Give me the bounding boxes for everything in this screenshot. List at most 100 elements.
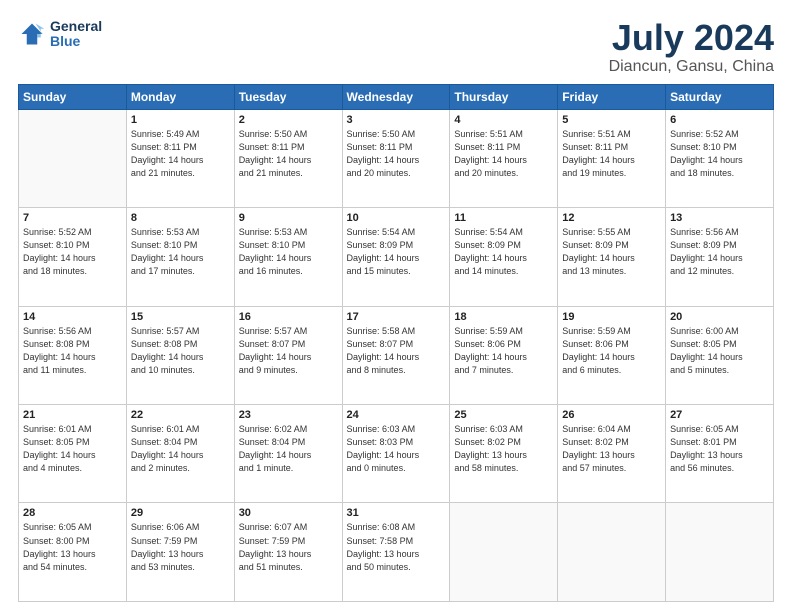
day-number: 19 [562,311,661,323]
page: General Blue July 2024 Diancun, Gansu, C… [0,0,792,612]
calendar-cell: 9 Sunrise: 5:53 AM Sunset: 8:10 PM Daylig… [234,208,342,306]
calendar-cell: 13Sunrise: 5:56 AM Sunset: 8:09 PM Dayli… [666,208,774,306]
day-info: Sunrise: 6:01 AM Sunset: 8:05 PM Dayligh… [23,423,122,475]
day-info: Sunrise: 6:06 AM Sunset: 7:59 PM Dayligh… [131,521,230,573]
calendar-cell: 14Sunrise: 5:56 AM Sunset: 8:08 PM Dayli… [19,306,127,404]
calendar-cell: 11 Sunrise: 5:54 AM Sunset: 8:09 PM Dayli… [450,208,558,306]
day-number: 7 [23,212,122,224]
weekday-header-sunday: Sunday [19,84,127,109]
calendar-cell: 30Sunrise: 6:07 AM Sunset: 7:59 PM Dayli… [234,503,342,602]
day-number: 5 [562,114,661,126]
calendar-cell: 6Sunrise: 5:52 AM Sunset: 8:10 PM Daylig… [666,109,774,207]
day-info: Sunrise: 6:01 AM Sunset: 8:04 PM Dayligh… [131,423,230,475]
calendar-cell [666,503,774,602]
day-number: 18 [454,311,553,323]
day-number: 24 [347,409,446,421]
calendar-cell: 8 Sunrise: 5:53 AM Sunset: 8:10 PM Daylig… [126,208,234,306]
weekday-header-friday: Friday [558,84,666,109]
day-number: 10 [347,212,446,224]
day-number: 21 [23,409,122,421]
logo-text: General Blue [50,18,102,50]
calendar-cell: 7 Sunrise: 5:52 AM Sunset: 8:10 PM Daylig… [19,208,127,306]
day-info: Sunrise: 5:52 AM Sunset: 8:10 PM Dayligh… [670,128,769,180]
calendar-cell: 22 Sunrise: 6:01 AM Sunset: 8:04 PM Dayli… [126,405,234,503]
day-info: Sunrise: 6:03 AM Sunset: 8:02 PM Dayligh… [454,423,553,475]
day-number: 17 [347,311,446,323]
calendar-cell: 23Sunrise: 6:02 AM Sunset: 8:04 PM Dayli… [234,405,342,503]
day-number: 2 [239,114,338,126]
calendar-cell: 4 Sunrise: 5:51 AM Sunset: 8:11 PM Daylig… [450,109,558,207]
header: General Blue July 2024 Diancun, Gansu, C… [18,18,774,76]
day-number: 14 [23,311,122,323]
day-number: 22 [131,409,230,421]
day-info: Sunrise: 5:53 AM Sunset: 8:10 PM Dayligh… [131,226,230,278]
day-info: Sunrise: 6:04 AM Sunset: 8:02 PM Dayligh… [562,423,661,475]
day-info: Sunrise: 6:03 AM Sunset: 8:03 PM Dayligh… [347,423,446,475]
day-info: Sunrise: 6:05 AM Sunset: 8:01 PM Dayligh… [670,423,769,475]
calendar-cell: 16 Sunrise: 5:57 AM Sunset: 8:07 PM Dayli… [234,306,342,404]
day-info: Sunrise: 5:50 AM Sunset: 8:11 PM Dayligh… [239,128,338,180]
day-number: 29 [131,507,230,519]
calendar-cell: 19Sunrise: 5:59 AM Sunset: 8:06 PM Dayli… [558,306,666,404]
calendar-cell [558,503,666,602]
calendar-cell: 12Sunrise: 5:55 AM Sunset: 8:09 PM Dayli… [558,208,666,306]
calendar-cell: 15Sunrise: 5:57 AM Sunset: 8:08 PM Dayli… [126,306,234,404]
day-info: Sunrise: 6:08 AM Sunset: 7:58 PM Dayligh… [347,521,446,573]
main-title: July 2024 [609,18,774,58]
day-info: Sunrise: 5:52 AM Sunset: 8:10 PM Dayligh… [23,226,122,278]
weekday-header-tuesday: Tuesday [234,84,342,109]
day-info: Sunrise: 6:02 AM Sunset: 8:04 PM Dayligh… [239,423,338,475]
day-info: Sunrise: 5:54 AM Sunset: 8:09 PM Dayligh… [347,226,446,278]
day-number: 31 [347,507,446,519]
logo-icon [18,20,46,48]
calendar-cell: 10 Sunrise: 5:54 AM Sunset: 8:09 PM Dayli… [342,208,450,306]
calendar-cell: 25 Sunrise: 6:03 AM Sunset: 8:02 PM Dayli… [450,405,558,503]
day-info: Sunrise: 5:50 AM Sunset: 8:11 PM Dayligh… [347,128,446,180]
day-info: Sunrise: 5:53 AM Sunset: 8:10 PM Dayligh… [239,226,338,278]
calendar-table: SundayMondayTuesdayWednesdayThursdayFrid… [18,84,774,602]
day-number: 11 [454,212,553,224]
weekday-header-thursday: Thursday [450,84,558,109]
day-number: 1 [131,114,230,126]
day-info: Sunrise: 5:49 AM Sunset: 8:11 PM Dayligh… [131,128,230,180]
weekday-header-row: SundayMondayTuesdayWednesdayThursdayFrid… [19,84,774,109]
weekday-header-saturday: Saturday [666,84,774,109]
calendar-cell: 3 Sunrise: 5:50 AM Sunset: 8:11 PM Daylig… [342,109,450,207]
calendar-week-5: 28Sunrise: 6:05 AM Sunset: 8:00 PM Dayli… [19,503,774,602]
day-number: 9 [239,212,338,224]
calendar-cell: 27Sunrise: 6:05 AM Sunset: 8:01 PM Dayli… [666,405,774,503]
logo: General Blue [18,18,102,50]
weekday-header-wednesday: Wednesday [342,84,450,109]
calendar-cell: 21 Sunrise: 6:01 AM Sunset: 8:05 PM Dayli… [19,405,127,503]
day-number: 13 [670,212,769,224]
calendar-cell: 20 Sunrise: 6:00 AM Sunset: 8:05 PM Dayli… [666,306,774,404]
day-info: Sunrise: 5:51 AM Sunset: 8:11 PM Dayligh… [454,128,553,180]
day-info: Sunrise: 6:05 AM Sunset: 8:00 PM Dayligh… [23,521,122,573]
calendar-cell: 28Sunrise: 6:05 AM Sunset: 8:00 PM Dayli… [19,503,127,602]
calendar-week-4: 21 Sunrise: 6:01 AM Sunset: 8:05 PM Dayli… [19,405,774,503]
day-info: Sunrise: 5:51 AM Sunset: 8:11 PM Dayligh… [562,128,661,180]
day-number: 20 [670,311,769,323]
calendar-cell: 29 Sunrise: 6:06 AM Sunset: 7:59 PM Dayli… [126,503,234,602]
day-number: 16 [239,311,338,323]
day-number: 25 [454,409,553,421]
day-number: 3 [347,114,446,126]
day-info: Sunrise: 6:00 AM Sunset: 8:05 PM Dayligh… [670,325,769,377]
calendar-cell: 2 Sunrise: 5:50 AM Sunset: 8:11 PM Daylig… [234,109,342,207]
day-info: Sunrise: 5:59 AM Sunset: 8:06 PM Dayligh… [454,325,553,377]
subtitle: Diancun, Gansu, China [609,58,774,76]
calendar-cell: 1 Sunrise: 5:49 AM Sunset: 8:11 PM Daylig… [126,109,234,207]
calendar-cell: 24 Sunrise: 6:03 AM Sunset: 8:03 PM Dayli… [342,405,450,503]
calendar-cell: 31 Sunrise: 6:08 AM Sunset: 7:58 PM Dayli… [342,503,450,602]
day-info: Sunrise: 5:57 AM Sunset: 8:07 PM Dayligh… [239,325,338,377]
day-info: Sunrise: 5:54 AM Sunset: 8:09 PM Dayligh… [454,226,553,278]
title-block: July 2024 Diancun, Gansu, China [609,18,774,76]
day-info: Sunrise: 5:57 AM Sunset: 8:08 PM Dayligh… [131,325,230,377]
calendar-cell: 26Sunrise: 6:04 AM Sunset: 8:02 PM Dayli… [558,405,666,503]
day-number: 8 [131,212,230,224]
day-info: Sunrise: 5:55 AM Sunset: 8:09 PM Dayligh… [562,226,661,278]
calendar-cell [19,109,127,207]
day-number: 4 [454,114,553,126]
calendar-week-3: 14Sunrise: 5:56 AM Sunset: 8:08 PM Dayli… [19,306,774,404]
weekday-header-monday: Monday [126,84,234,109]
